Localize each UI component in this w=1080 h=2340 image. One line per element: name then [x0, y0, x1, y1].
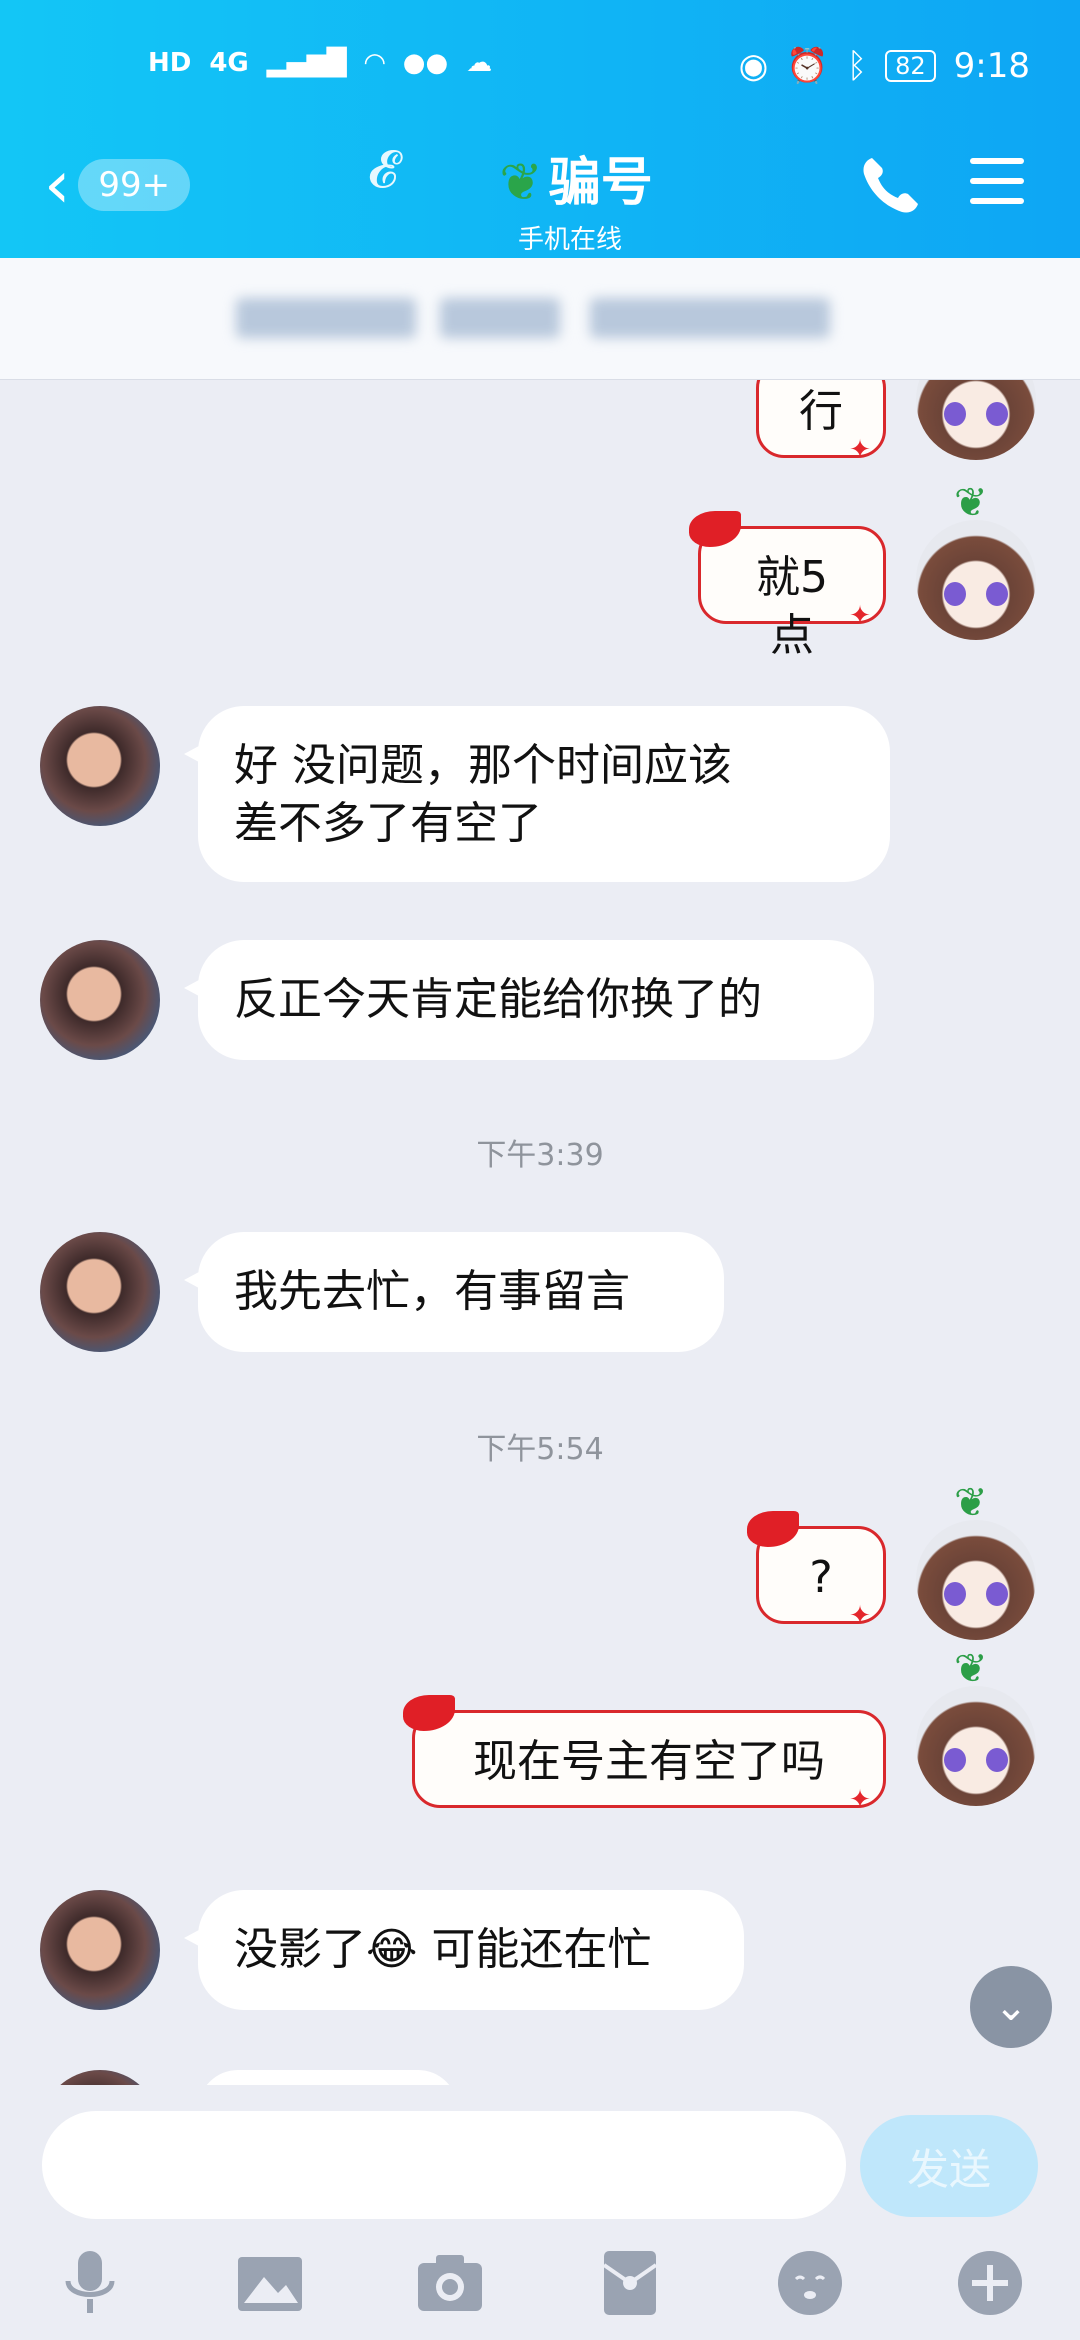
sparkle-icon: ✦: [849, 1601, 871, 1631]
hd-icon: HD: [148, 48, 192, 78]
my-avatar[interactable]: [916, 380, 1036, 460]
wifi-icon: ◠: [364, 48, 385, 78]
my-message-bubble[interactable]: ? ✦: [747, 1511, 886, 1631]
flame-icon: [747, 1511, 799, 1547]
my-avatar[interactable]: [916, 1686, 1036, 1806]
chevron-left-icon: ‹: [44, 146, 71, 223]
sprout-icon: ❦: [499, 153, 543, 213]
blurred-banner: [0, 258, 1080, 380]
emoji-icon[interactable]: [770, 2243, 850, 2323]
sprout-icon: ❦: [954, 1646, 988, 1692]
bluetooth-icon: ᛒ: [846, 46, 868, 86]
back-button[interactable]: ‹ 99+: [44, 150, 204, 220]
message-list[interactable]: 行 ✦ ❦ 就5点 ✦ 好 没问题，那个时间应该 差不多了有空了 反正今天肯定能…: [0, 380, 1080, 2085]
contact-avatar[interactable]: [40, 706, 160, 826]
wechat-icon: ●●: [402, 48, 449, 78]
contact-message-bubble[interactable]: [198, 2070, 458, 2085]
status-icons-left: HD 4G ▂▄▆█ ◠ ●● ☁: [148, 48, 492, 78]
my-message-bubble[interactable]: 现在号主有空了吗 ✦: [403, 1695, 886, 1815]
message-input[interactable]: [42, 2111, 846, 2219]
menu-icon[interactable]: [970, 158, 1024, 208]
microphone-icon[interactable]: [50, 2243, 130, 2323]
contact-message-bubble[interactable]: 我先去忙，有事留言: [184, 1232, 724, 1352]
network-type-icon: 4G: [209, 48, 249, 78]
blurred-text: [590, 298, 830, 338]
scroll-to-bottom-button[interactable]: ⌄: [970, 1966, 1052, 2048]
phone-icon[interactable]: [856, 150, 926, 220]
eye-icon: ◉: [738, 46, 769, 86]
contact-message-bubble[interactable]: 反正今天肯定能给你换了的: [184, 940, 874, 1060]
alarm-icon: ⏰: [786, 46, 829, 86]
contact-avatar[interactable]: [40, 1890, 160, 2010]
contact-title-area[interactable]: 𝓔 ❦ 骗号 手机在线: [360, 140, 720, 256]
contact-message-bubble[interactable]: 好 没问题，那个时间应该 差不多了有空了: [184, 706, 890, 882]
timestamp: 下午3:39: [476, 1138, 604, 1173]
cloud-icon: ☁: [466, 48, 493, 78]
send-button[interactable]: 发送: [860, 2115, 1038, 2217]
status-bar: HD 4G ▂▄▆█ ◠ ●● ☁ ◉ ⏰ ᛒ 82 9:18: [0, 0, 1080, 130]
sprout-icon: ❦: [954, 1480, 988, 1526]
contact-name: ❦ 骗号: [499, 153, 653, 213]
plus-icon[interactable]: [950, 2243, 1030, 2323]
camera-icon[interactable]: [410, 2243, 490, 2323]
contact-avatar[interactable]: [40, 2070, 160, 2085]
contact-avatar[interactable]: [40, 1232, 160, 1352]
unread-count-badge: 99+: [78, 159, 191, 211]
sprout-icon: ❦: [954, 480, 988, 526]
sparkle-icon: ✦: [849, 601, 871, 631]
chevron-down-icon: ⌄: [994, 1984, 1028, 2030]
sparkle-icon: ✦: [849, 1785, 871, 1815]
contact-avatar[interactable]: [40, 940, 160, 1060]
timestamp: 下午5:54: [476, 1432, 604, 1467]
online-status: 手机在线: [517, 225, 622, 255]
image-icon[interactable]: [230, 2243, 310, 2323]
flame-icon: [689, 511, 741, 547]
my-message-bubble[interactable]: 行 ✦: [756, 380, 886, 465]
status-icons-right: ◉ ⏰ ᛒ 82 9:18: [739, 46, 1030, 86]
contact-message-bubble[interactable]: 没影了😂 可能还在忙: [184, 1890, 744, 2010]
my-avatar[interactable]: [916, 1520, 1036, 1640]
flame-icon: [403, 1695, 455, 1731]
sparkle-icon: ✦: [849, 435, 871, 465]
blurred-text: [236, 298, 416, 338]
input-bar: 发送: [0, 2085, 1080, 2340]
battery-icon: 82: [885, 50, 936, 82]
signal-icon: ▂▄▆█: [266, 48, 347, 78]
ear-icon: 𝓔: [368, 140, 398, 200]
blurred-text: [440, 298, 560, 338]
red-packet-icon[interactable]: [590, 2243, 670, 2323]
chat-header: HD 4G ▂▄▆█ ◠ ●● ☁ ◉ ⏰ ᛒ 82 9:18 ‹ 99+ 𝓔 …: [0, 0, 1080, 258]
my-message-bubble[interactable]: 就5点 ✦: [689, 511, 886, 661]
my-avatar[interactable]: [916, 520, 1036, 640]
input-toolbar: [0, 2243, 1080, 2333]
clock-time: 9:18: [953, 46, 1030, 86]
